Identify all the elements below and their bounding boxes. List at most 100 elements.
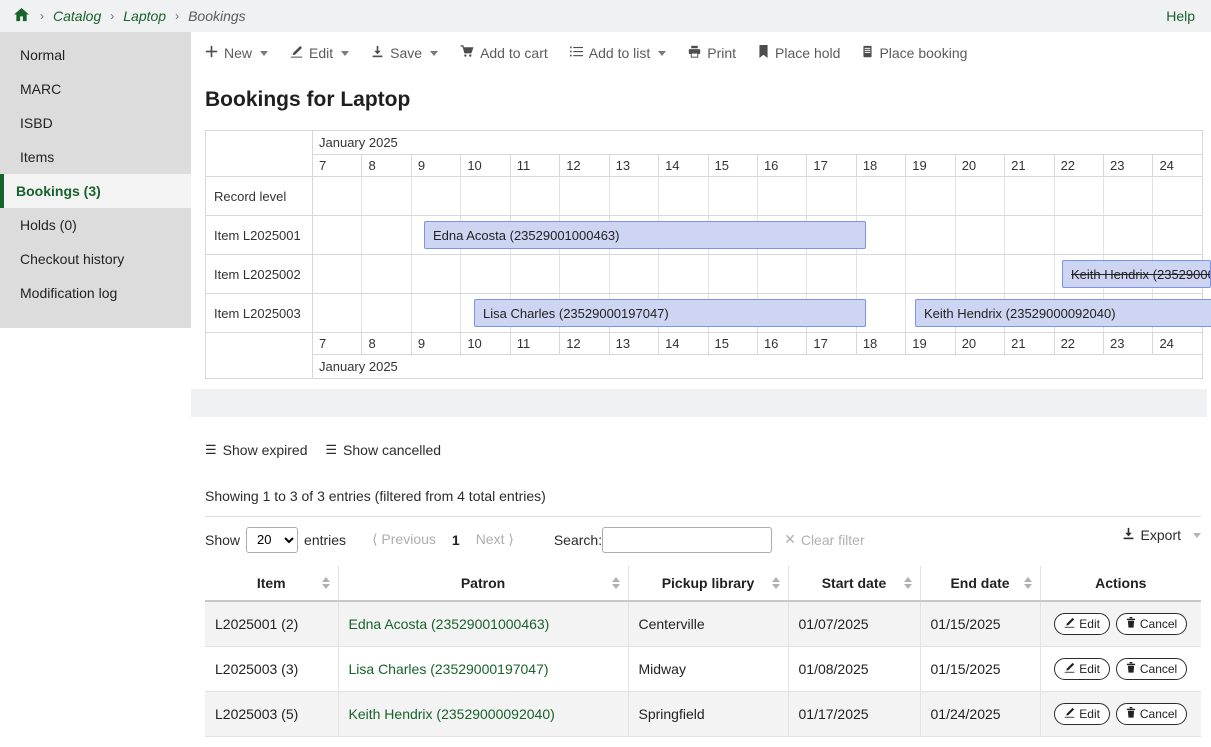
timeline-gridline <box>659 177 708 215</box>
edit-booking-button[interactable]: Edit <box>1054 703 1110 725</box>
sort-icon <box>322 577 330 589</box>
booking-bar[interactable]: Keith Hendrix (23529000092040) <box>915 299 1211 327</box>
column-header-pickup-library[interactable]: Pickup library <box>628 566 788 601</box>
download-icon <box>371 45 384 61</box>
column-header-start-date[interactable]: Start date <box>788 566 920 601</box>
pagination-previous-top[interactable]: ⟨ Previous <box>372 531 436 548</box>
clear-filter-button[interactable]: ✕ Clear filter <box>784 531 865 548</box>
patron-link[interactable]: Lisa Charles (23529000197047) <box>349 661 549 677</box>
timeline-day-7: 7 <box>313 155 362 177</box>
breadcrumb-item-laptop[interactable]: Laptop <box>123 8 166 24</box>
cancel-booking-button[interactable]: Cancel <box>1116 613 1187 635</box>
timeline-day-23: 23 <box>1104 333 1153 355</box>
timeline-day-22: 22 <box>1054 155 1103 177</box>
save-button[interactable]: Save <box>371 45 438 61</box>
timeline-gridline <box>1153 177 1201 215</box>
column-header-item[interactable]: Item <box>205 566 338 601</box>
cell-start-date: 01/08/2025 <box>788 647 920 692</box>
booking-bar[interactable]: Edna Acosta (23529001000463) <box>424 221 866 249</box>
timeline-day-12: 12 <box>560 155 609 177</box>
cell-item: L2025003 (3) <box>205 647 338 692</box>
pagination-next-top[interactable]: Next ⟩ <box>476 531 514 548</box>
timeline-gridline <box>956 216 1005 254</box>
edit-booking-button[interactable]: Edit <box>1054 658 1110 680</box>
print-button[interactable]: Print <box>688 45 736 61</box>
sidebar-item-holds[interactable]: Holds (0) <box>0 208 191 242</box>
timeline-track <box>313 177 1202 215</box>
pencil-icon <box>290 45 303 61</box>
timeline-gridline <box>313 216 362 254</box>
timeline-day-14: 14 <box>659 333 708 355</box>
timeline-gridline <box>906 216 955 254</box>
column-header-end-date[interactable]: End date <box>920 566 1040 601</box>
sort-icon <box>612 577 620 589</box>
search-label: Search: <box>554 532 602 548</box>
sidebar-item-marc[interactable]: MARC <box>0 72 191 106</box>
sidebar-item-normal[interactable]: Normal <box>0 38 191 72</box>
timeline-gridline <box>857 177 906 215</box>
edit-button[interactable]: Edit <box>290 45 349 61</box>
sidebar-item-bookings[interactable]: Bookings (3) <box>0 174 191 208</box>
previous-label: Previous <box>381 531 435 547</box>
timeline-day-21: 21 <box>1005 155 1054 177</box>
column-header-actions: Actions <box>1040 566 1201 601</box>
timeline-gridline <box>807 177 856 215</box>
edit-booking-button[interactable]: Edit <box>1054 613 1110 635</box>
pencil-icon <box>1064 662 1075 676</box>
home-icon[interactable] <box>14 7 29 25</box>
timeline-track-cell: Edna Acosta (23529001000463) <box>313 216 1203 255</box>
timeline-day-13: 13 <box>609 155 658 177</box>
place-booking-button[interactable]: Place booking <box>862 45 967 61</box>
sidebar-item-label: Normal <box>20 47 65 63</box>
timeline-day-24: 24 <box>1153 155 1203 177</box>
export-button[interactable]: Export <box>1122 527 1201 543</box>
timeline-day-23: 23 <box>1104 155 1153 177</box>
timeline-gridlines <box>313 177 1202 215</box>
booking-filters: ☰ Show expired ☰ Show cancelled <box>205 441 1211 458</box>
search-input[interactable] <box>602 527 772 553</box>
timeline-row-record-level: Record level <box>206 177 1203 216</box>
column-header-patron[interactable]: Patron <box>338 566 628 601</box>
booking-bar-cancelled[interactable]: Keith Hendrix (23529000092040) <box>1062 260 1211 288</box>
timeline-gridline <box>857 255 906 293</box>
add-to-list-button[interactable]: Add to list <box>570 45 666 61</box>
timeline-gridline <box>610 177 659 215</box>
pagination-page-1-top[interactable]: 1 <box>452 532 460 548</box>
timeline-gridline <box>758 177 807 215</box>
cell-actions: Edit Cancel <box>1040 601 1201 647</box>
show-expired-toggle[interactable]: ☰ Show expired <box>205 442 307 458</box>
sidebar-item-label: Items <box>20 149 54 165</box>
pencil-icon <box>1064 707 1075 721</box>
close-icon: ✕ <box>784 531 796 548</box>
timeline-day-21: 21 <box>1005 333 1054 355</box>
sidebar-item-checkout-history[interactable]: Checkout history <box>0 242 191 276</box>
timeline-day-22: 22 <box>1054 333 1103 355</box>
list-icon <box>570 45 583 61</box>
booking-bar[interactable]: Lisa Charles (23529000197047) <box>474 299 866 327</box>
help-link[interactable]: Help <box>1166 8 1195 24</box>
sidebar-item-modification-log[interactable]: Modification log <box>0 276 191 310</box>
pencil-icon <box>1064 617 1075 631</box>
sidebar-item-items[interactable]: Items <box>0 140 191 174</box>
cancel-booking-button[interactable]: Cancel <box>1116 658 1187 680</box>
table-row: L2025001 (2) Edna Acosta (23529001000463… <box>205 601 1201 647</box>
patron-link[interactable]: Edna Acosta (23529001000463) <box>349 616 550 632</box>
cancel-booking-button[interactable]: Cancel <box>1116 703 1187 725</box>
export-label: Export <box>1141 527 1181 543</box>
patron-link[interactable]: Keith Hendrix (23529000092040) <box>349 706 555 722</box>
page-length-select[interactable]: 102050100 <box>246 527 298 553</box>
place-hold-button[interactable]: Place hold <box>758 45 840 61</box>
printer-icon <box>688 45 701 61</box>
timeline-gridline <box>758 255 807 293</box>
show-cancelled-toggle[interactable]: ☰ Show cancelled <box>325 442 441 458</box>
timeline-gridline <box>807 255 856 293</box>
breadcrumb-item-catalog[interactable]: Catalog <box>53 8 101 24</box>
timeline-gridline <box>1055 216 1104 254</box>
table-header-row: Item Patron Pickup library Start date <box>205 566 1201 601</box>
new-button[interactable]: New <box>205 45 268 61</box>
timeline-gridline <box>313 255 362 293</box>
sidebar-item-isbd[interactable]: ISBD <box>0 106 191 140</box>
add-to-cart-button[interactable]: Add to cart <box>460 45 548 61</box>
cell-pickup-library: Springfield <box>628 692 788 737</box>
main-content: New Edit Save Add to <box>191 32 1211 747</box>
